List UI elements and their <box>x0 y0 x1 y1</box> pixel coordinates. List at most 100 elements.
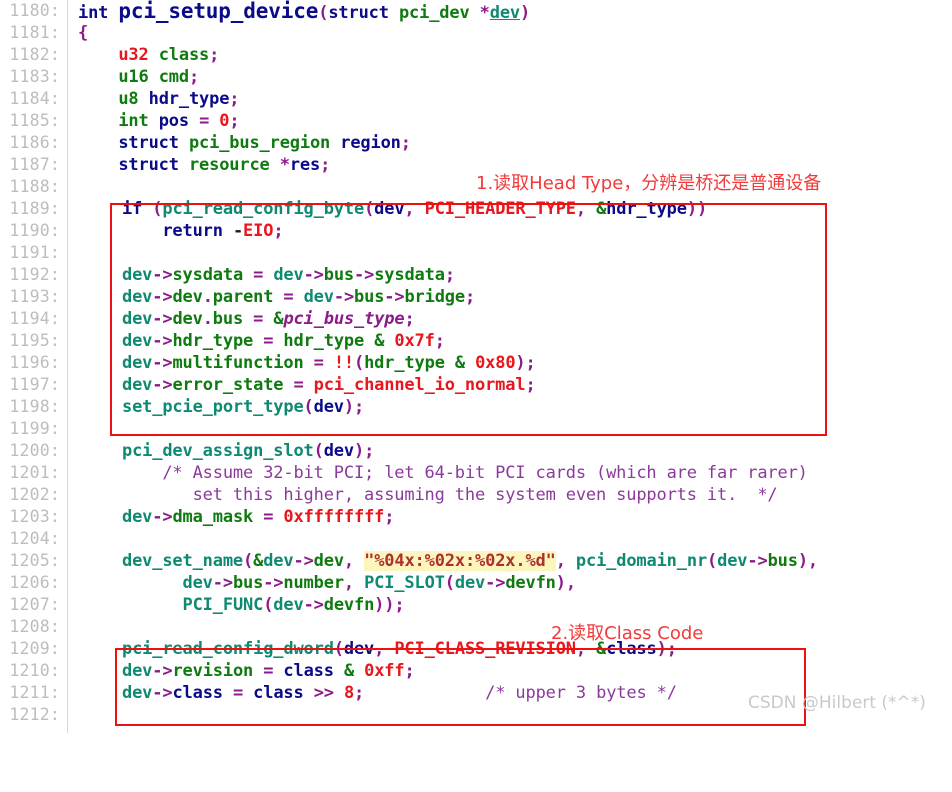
line-number: 1211: <box>9 683 60 702</box>
token-identifier: dev <box>303 287 334 307</box>
code-line[interactable]: 1194: dev->dev.bus = &pci_bus_type; <box>0 308 952 330</box>
token-keyword: if <box>122 199 143 219</box>
token-identifier: region <box>340 133 401 153</box>
token-member: error_state <box>172 375 284 395</box>
line-number: 1190: <box>9 221 60 240</box>
token-member: bus <box>323 265 355 285</box>
token-paren: ) <box>555 573 566 593</box>
line-content: dev->hdr_type = hdr_type & 0x7f; <box>122 330 445 352</box>
line-number: 1188: <box>9 177 60 196</box>
token-paren: ) <box>384 595 395 615</box>
code-line[interactable]: 1183: u16 cmd; <box>0 66 952 88</box>
code-line[interactable]: 1191: <box>0 242 952 264</box>
line-content: struct resource *res; <box>78 154 330 176</box>
line-number: 1189: <box>9 199 60 218</box>
token-operator: & <box>454 353 465 373</box>
code-line[interactable]: 1184: u8 hdr_type; <box>0 88 952 110</box>
code-line[interactable]: 1205: dev_set_name(&dev->dev, "%04x:%02x… <box>0 550 952 572</box>
code-line[interactable]: 1208: <box>0 616 952 638</box>
token-dot: . <box>202 287 213 307</box>
line-number: 1200: <box>9 441 60 460</box>
token-semicolon: ; <box>404 309 415 329</box>
token-identifier: dev <box>122 683 153 703</box>
code-line[interactable]: 1196: dev->multifunction = !!(hdr_type &… <box>0 352 952 374</box>
token-arrow: -> <box>152 309 173 329</box>
code-line[interactable]: 1206: dev->bus->number, PCI_SLOT(dev->de… <box>0 572 952 594</box>
code-line[interactable]: 1203: dev->dma_mask = 0xffffffff; <box>0 506 952 528</box>
token-macro: PCI_CLASS_REVISION <box>394 639 576 659</box>
code-line[interactable]: 1195: dev->hdr_type = hdr_type & 0x7f; <box>0 330 952 352</box>
token-operator: - <box>232 221 244 241</box>
token-operator: = <box>232 683 244 703</box>
token-identifier: dev <box>273 265 304 285</box>
line-content: if (pci_read_config_byte(dev, PCI_HEADER… <box>122 198 707 220</box>
code-line[interactable]: 1209: pci_read_config_dword(dev, PCI_CLA… <box>0 638 952 660</box>
line-content: dev_set_name(&dev->dev, "%04x:%02x:%02x.… <box>122 550 818 572</box>
token-arrow: -> <box>384 287 405 307</box>
token-paren: ( <box>313 441 324 461</box>
token-paren: ( <box>243 551 254 571</box>
code-line[interactable]: 1182: u32 class; <box>0 44 952 66</box>
code-line[interactable]: 1185: int pos = 0; <box>0 110 952 132</box>
line-content: u16 cmd; <box>78 66 199 88</box>
code-line[interactable]: 1202: set this higher, assuming the syst… <box>0 484 952 506</box>
token-parameter: dev <box>489 3 521 23</box>
code-line[interactable]: 1199: <box>0 418 952 440</box>
token-star: * <box>479 3 490 23</box>
token-number: 0x80 <box>475 353 516 373</box>
code-line[interactable]: 1189: if (pci_read_config_byte(dev, PCI_… <box>0 198 952 220</box>
line-content: dev->dev.bus = &pci_bus_type; <box>122 308 415 330</box>
token-keyword: return <box>162 221 223 241</box>
code-line[interactable]: 1181: { <box>0 22 952 44</box>
code-line[interactable]: 1193: dev->dev.parent = dev->bus->bridge… <box>0 286 952 308</box>
code-line[interactable]: 1197: dev->error_state = pci_channel_io_… <box>0 374 952 396</box>
token-paren: ( <box>318 3 329 23</box>
code-editor-surface[interactable]: 1180: int pci_setup_device(struct pci_de… <box>0 0 952 733</box>
line-content: dev->dev.parent = dev->bus->bridge; <box>122 286 475 308</box>
code-line[interactable]: 1198: set_pcie_port_type(dev); <box>0 396 952 418</box>
token-semicolon: ; <box>229 89 240 109</box>
token-semicolon: ; <box>394 595 405 615</box>
code-line[interactable]: 1200: pci_dev_assign_slot(dev); <box>0 440 952 462</box>
token-paren: ) <box>353 441 365 461</box>
token-identifier: dev <box>323 441 354 461</box>
token-paren: ) <box>343 397 354 417</box>
code-line[interactable]: 1192: dev->sysdata = dev->bus->sysdata; <box>0 264 952 286</box>
token-identifier: dev <box>717 551 748 571</box>
token-identifier: dev <box>122 353 153 373</box>
token-arrow: -> <box>747 551 768 571</box>
line-number: 1201: <box>9 463 60 482</box>
token-identifier: class <box>158 45 210 65</box>
token-identifier: pos <box>158 111 189 131</box>
line-content: u8 hdr_type; <box>78 88 239 110</box>
token-arrow: -> <box>303 265 324 285</box>
code-line[interactable]: 1186: struct pci_bus_region region; <box>0 132 952 154</box>
token-identifier: dev <box>122 661 153 681</box>
token-arrow: -> <box>152 375 173 395</box>
code-line[interactable]: 1190: return -EIO; <box>0 220 952 242</box>
token-comma: , <box>343 551 355 571</box>
token-paren: ( <box>333 639 344 659</box>
token-operator: & <box>374 331 385 351</box>
code-line[interactable]: 1210: dev->revision = class & 0xff; <box>0 660 952 682</box>
token-arrow: -> <box>263 573 284 593</box>
token-arrow: -> <box>303 595 324 615</box>
line-number: 1206: <box>9 573 60 592</box>
token-paren: ( <box>444 573 455 593</box>
token-function-name: pci_setup_device <box>118 0 319 23</box>
token-global-var: pci_bus_type <box>283 309 405 329</box>
line-number: 1212: <box>9 705 60 724</box>
code-line[interactable]: 1180: int pci_setup_device(struct pci_de… <box>0 0 952 23</box>
token-semicolon: ; <box>464 287 476 307</box>
line-content: pci_dev_assign_slot(dev); <box>122 440 374 462</box>
token-comma: , <box>575 199 586 219</box>
code-line[interactable]: 1207: PCI_FUNC(dev->devfn)); <box>0 594 952 616</box>
token-identifier: dev <box>122 375 153 395</box>
code-line[interactable]: 1204: <box>0 528 952 550</box>
line-number: 1192: <box>9 265 60 284</box>
token-comma: , <box>343 573 354 593</box>
token-arrow: -> <box>152 683 173 703</box>
code-line[interactable]: 1201: /* Assume 32-bit PCI; let 64-bit P… <box>0 462 952 484</box>
token-arrow: -> <box>152 265 173 285</box>
token-operator: = <box>263 507 274 527</box>
